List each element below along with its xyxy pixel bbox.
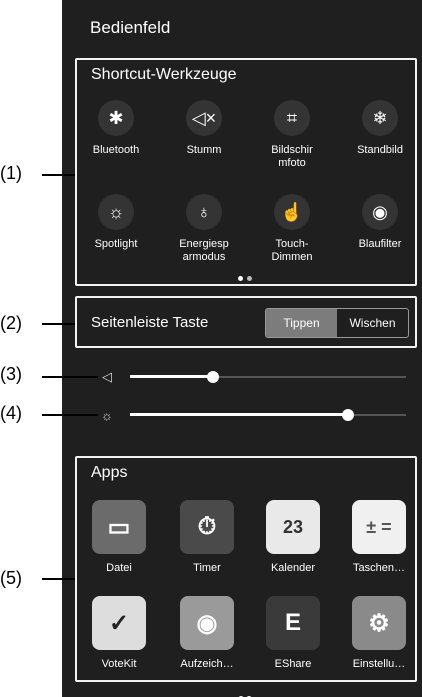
shortcut-label: Spotlight <box>94 238 138 250</box>
brightness-icon: ☼ <box>101 407 113 423</box>
app-record[interactable]: ◉ Aufzeich… <box>167 596 247 670</box>
mute-icon: ◁× <box>186 100 222 136</box>
callout-2-line <box>42 323 75 325</box>
app-label: Datei <box>106 562 132 574</box>
app-label: Kalender <box>270 562 316 574</box>
app-calendar[interactable]: 23 Kalender <box>253 500 333 574</box>
volume-fill <box>130 375 213 378</box>
speaker-icon: ◁ <box>102 369 112 384</box>
shortcut-label: Standbild <box>357 144 403 156</box>
calculator-icon: ± = <box>352 500 406 554</box>
brightness-fill <box>130 413 348 416</box>
app-eshare[interactable]: E EShare <box>253 596 333 670</box>
sidebar-button-section: Seitenleiste Taste Tippen Wischen <box>75 296 417 348</box>
callout-1-line <box>42 174 75 176</box>
shortcut-freeze[interactable]: ❄ Standbild <box>335 100 422 157</box>
callout-3: (3) <box>0 364 22 384</box>
app-label: Timer <box>193 562 221 574</box>
app-settings[interactable]: ⚙ Einstellu… <box>339 596 419 670</box>
app-label: VoteKit <box>101 658 137 670</box>
app-label: Aufzeich… <box>180 658 234 670</box>
shortcut-blue-filter[interactable]: ◉ Blaufilter <box>335 194 422 251</box>
shortcut-touch-dim[interactable]: ☝ Touch- Dimmen <box>247 194 337 264</box>
app-vote[interactable]: ✓ VoteKit <box>79 596 159 670</box>
app-calculator[interactable]: ± = Taschen… <box>339 500 419 574</box>
energy-saving-icon: ♁ <box>186 194 222 230</box>
shortcut-energy-saving[interactable]: ♁ Energiesp armodus <box>159 194 249 264</box>
callout-5-line <box>42 578 75 580</box>
apps-section: Apps ▭ Datei ⏱ Timer 23 Kalender ± = Taschen… ✓ V… <box>75 456 417 682</box>
blue-filter-icon: ◉ <box>362 194 398 230</box>
sidebar-mode-toggle: Tippen Wischen <box>265 308 409 338</box>
shortcut-label: Touch- Dimmen <box>271 238 313 263</box>
shortcut-label: Blaufilter <box>358 238 402 250</box>
shortcut-label: Energiesp armodus <box>179 238 229 263</box>
screenshot-icon: ⌗ <box>274 100 310 136</box>
page-indicator <box>238 268 256 286</box>
stopwatch-icon: ⏱ <box>180 500 234 554</box>
bottom-page-indicator <box>238 689 254 697</box>
panel-title: Bedienfeld <box>90 18 171 37</box>
freeze-icon: ❄ <box>362 100 398 136</box>
shortcut-tools-section: Shortcut-Werkzeuge ✱ Bluetooth ◁× Stumm ⌗ Bil… <box>75 58 417 286</box>
shortcut-label: Bluetooth <box>92 144 140 156</box>
shortcut-bluetooth[interactable]: ✱ Bluetooth <box>71 100 161 157</box>
app-stopwatch[interactable]: ⏱ Timer <box>167 500 247 574</box>
page-dot-active[interactable] <box>238 276 243 281</box>
eshare-icon: E <box>266 596 320 650</box>
sidebar-button-label: Seitenleiste Taste <box>91 314 209 331</box>
vote-icon: ✓ <box>92 596 146 650</box>
brightness-slider-knob[interactable] <box>342 409 354 421</box>
app-label: EShare <box>274 658 312 670</box>
callout-2: (2) <box>0 313 22 333</box>
folder-icon: ▭ <box>92 500 146 554</box>
callout-1: (1) <box>0 163 22 183</box>
bluetooth-icon: ✱ <box>98 100 134 136</box>
shortcut-label: Stumm <box>186 144 222 156</box>
touch-dim-icon: ☝ <box>274 194 310 230</box>
shortcut-tools-title: Shortcut-Werkzeuge <box>91 66 237 83</box>
apps-title: Apps <box>91 464 128 481</box>
callout-3-line <box>42 376 98 378</box>
app-folder[interactable]: ▭ Datei <box>79 500 159 574</box>
spotlight-icon: ☼ <box>98 194 134 230</box>
record-icon: ◉ <box>180 596 234 650</box>
settings-icon: ⚙ <box>352 596 406 650</box>
tippen-option[interactable]: Tippen <box>266 309 337 337</box>
shortcut-screenshot[interactable]: ⌗ Bildschir mfoto <box>247 100 337 170</box>
shortcut-mute[interactable]: ◁× Stumm <box>159 100 249 157</box>
shortcut-label: Bildschir mfoto <box>271 144 313 169</box>
shortcut-spotlight[interactable]: ☼ Spotlight <box>71 194 161 251</box>
wischen-option[interactable]: Wischen <box>337 309 408 337</box>
callout-5: (5) <box>0 568 22 588</box>
callout-4-line <box>42 414 98 416</box>
volume-slider-knob[interactable] <box>207 371 219 383</box>
app-label: Einstellu… <box>352 658 406 670</box>
app-label: Taschen… <box>353 562 405 574</box>
calendar-icon: 23 <box>266 500 320 554</box>
page-dot[interactable] <box>247 276 252 281</box>
callout-4: (4) <box>0 403 22 423</box>
